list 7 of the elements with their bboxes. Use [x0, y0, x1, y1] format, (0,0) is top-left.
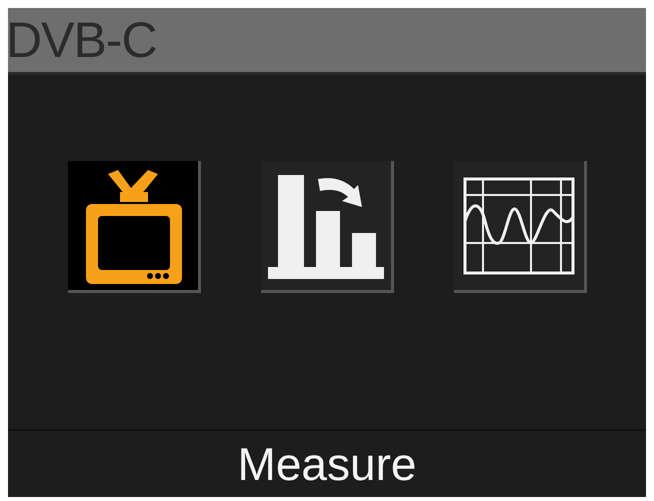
menu-tile[interactable] [454, 161, 586, 293]
bar-chart-icon [268, 172, 384, 278]
screen-title: DVB-C [6, 15, 157, 65]
oscilloscope-icon [462, 176, 574, 274]
menu-label: Measure [238, 437, 416, 491]
menu-tile[interactable] [260, 161, 394, 293]
menu-tile[interactable] [68, 161, 200, 293]
